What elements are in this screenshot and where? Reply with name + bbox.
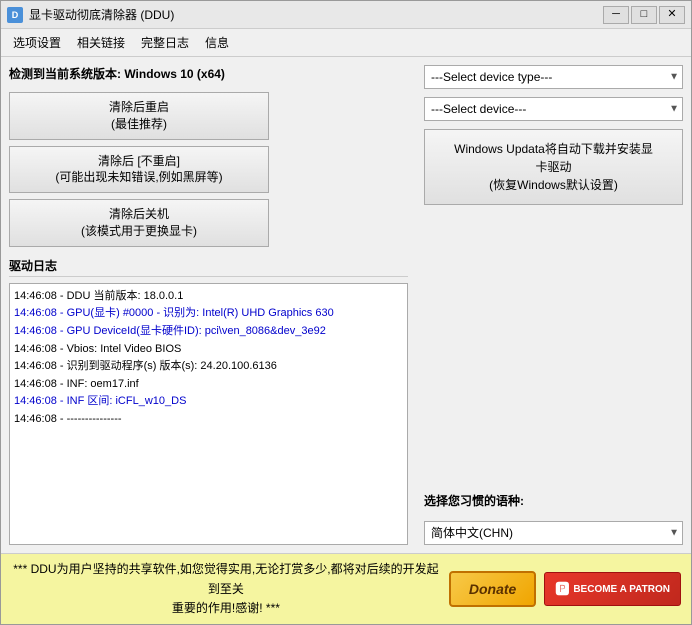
patron-icon: 🅿	[555, 579, 569, 599]
footer-bar: *** DDU为用户坚持的共享软件,如您觉得实用,无论打赏多少,都将对后续的开发…	[1, 553, 691, 624]
menu-options[interactable]: 选项设置	[5, 31, 69, 54]
window-title: 显卡驱动彻底清除器 (DDU)	[29, 6, 174, 23]
footer-text: *** DDU为用户坚持的共享软件,如您觉得实用,无论打赏多少,都将对后续的开发…	[11, 560, 441, 618]
log-area[interactable]: 14:46:08 - DDU 当前版本: 18.0.0.1 14:46:08 -…	[9, 283, 408, 546]
close-button[interactable]: ✕	[659, 6, 685, 24]
clean-restart-button[interactable]: 清除后重启 (最佳推荐)	[9, 92, 269, 140]
windows-update-button[interactable]: Windows Updata将自动下载并安装显 卡驱动 (恢复Windows默认…	[424, 129, 683, 205]
log-section-title: 驱动日志	[9, 257, 408, 277]
log-entry-3: 14:46:08 - Vbios: Intel Video BIOS	[14, 341, 403, 359]
title-bar: D 显卡驱动彻底清除器 (DDU) ─ □ ✕	[1, 1, 691, 29]
language-label: 选择您习惯的语种:	[424, 492, 683, 509]
device-select[interactable]: ---Select device---	[424, 97, 683, 121]
device-wrapper: ---Select device--- ▼	[424, 97, 683, 121]
menu-full-log[interactable]: 完整日志	[133, 31, 197, 54]
minimize-button[interactable]: ─	[603, 6, 629, 24]
left-panel: 检测到当前系统版本: Windows 10 (x64) 清除后重启 (最佳推荐)…	[1, 57, 416, 553]
menu-links[interactable]: 相关链接	[69, 31, 133, 54]
log-entry-0: 14:46:08 - DDU 当前版本: 18.0.0.1	[14, 288, 403, 306]
log-entry-2: 14:46:08 - GPU DeviceId(显卡硬件ID): pci\ven…	[14, 323, 403, 341]
log-entry-1: 14:46:08 - GPU(显卡) #0000 - 识别为: Intel(R)…	[14, 305, 403, 323]
language-wrapper: 简体中文(CHN) ▼	[424, 521, 683, 545]
patron-button[interactable]: 🅿 BECOME A PATRON	[544, 572, 681, 606]
main-window: D 显卡驱动彻底清除器 (DDU) ─ □ ✕ 选项设置 相关链接 完整日志 信…	[0, 0, 692, 625]
log-entry-6: 14:46:08 - INF 区间: iCFL_w10_DS	[14, 393, 403, 411]
log-entry-5: 14:46:08 - INF: oem17.inf	[14, 376, 403, 394]
title-bar-left: D 显卡驱动彻底清除器 (DDU)	[7, 6, 174, 23]
system-info: 检测到当前系统版本: Windows 10 (x64)	[9, 65, 408, 82]
donate-button[interactable]: Donate	[449, 571, 536, 607]
log-entry-4: 14:46:08 - 识别到驱动程序(s) 版本(s): 24.20.100.6…	[14, 358, 403, 376]
language-select[interactable]: 简体中文(CHN)	[424, 521, 683, 545]
patron-label: BECOME A PATRON	[573, 584, 670, 595]
app-icon: D	[7, 7, 23, 23]
clean-no-restart-button[interactable]: 清除后 [不重启] (可能出现未知错误,例如黑屏等)	[9, 146, 269, 194]
right-panel: ---Select device type--- ▼ ---Select dev…	[416, 57, 691, 553]
device-type-wrapper: ---Select device type--- ▼	[424, 65, 683, 89]
log-entry-7: 14:46:08 - ---------------	[14, 411, 403, 429]
clean-shutdown-button[interactable]: 清除后关机 (该模式用于更换显卡)	[9, 199, 269, 247]
right-spacer	[424, 213, 683, 484]
menu-info[interactable]: 信息	[197, 31, 237, 54]
maximize-button[interactable]: □	[631, 6, 657, 24]
device-type-select[interactable]: ---Select device type---	[424, 65, 683, 89]
title-bar-controls: ─ □ ✕	[603, 6, 685, 24]
menu-bar: 选项设置 相关链接 完整日志 信息	[1, 29, 691, 57]
main-content: 检测到当前系统版本: Windows 10 (x64) 清除后重启 (最佳推荐)…	[1, 57, 691, 553]
